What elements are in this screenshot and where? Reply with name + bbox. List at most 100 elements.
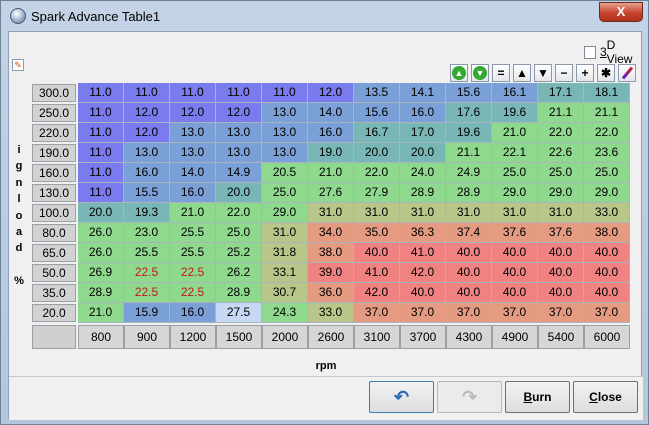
table-cell[interactable]: 40.0 bbox=[400, 283, 446, 303]
table-cell[interactable]: 31.0 bbox=[400, 203, 446, 223]
table-cell[interactable]: 26.2 bbox=[216, 263, 262, 283]
table-cell[interactable]: 13.0 bbox=[262, 103, 308, 123]
table-cell[interactable]: 29.0 bbox=[262, 203, 308, 223]
table-cell[interactable]: 22.1 bbox=[492, 143, 538, 163]
table-cell[interactable]: 40.0 bbox=[492, 263, 538, 283]
table-cell[interactable]: 22.6 bbox=[538, 143, 584, 163]
table-cell[interactable]: 29.0 bbox=[584, 183, 630, 203]
table-cell[interactable]: 22.0 bbox=[216, 203, 262, 223]
multiply-button[interactable]: ✱ bbox=[597, 64, 615, 82]
table-cell[interactable]: 31.0 bbox=[308, 203, 354, 223]
table-cell[interactable]: 42.0 bbox=[400, 263, 446, 283]
table-cell[interactable]: 30.7 bbox=[262, 283, 308, 303]
table-cell[interactable]: 21.0 bbox=[170, 203, 216, 223]
table-cell[interactable]: 15.9 bbox=[124, 303, 170, 323]
title-bar[interactable]: Spark Advance Table1 X bbox=[1, 1, 648, 31]
table-cell[interactable]: 36.0 bbox=[308, 283, 354, 303]
table-cell[interactable]: 36.3 bbox=[400, 223, 446, 243]
burn-button[interactable]: Burn bbox=[505, 381, 570, 413]
table-cell[interactable]: 13.0 bbox=[216, 123, 262, 143]
table-cell[interactable]: 22.0 bbox=[538, 123, 584, 143]
table-cell[interactable]: 31.0 bbox=[538, 203, 584, 223]
table-cell[interactable]: 23.6 bbox=[584, 143, 630, 163]
table-cell[interactable]: 18.1 bbox=[584, 83, 630, 103]
table-cell[interactable]: 37.0 bbox=[538, 303, 584, 323]
table-cell[interactable]: 25.0 bbox=[492, 163, 538, 183]
table-cell[interactable]: 37.4 bbox=[446, 223, 492, 243]
table-cell[interactable]: 14.0 bbox=[308, 103, 354, 123]
table-cell[interactable]: 11.0 bbox=[78, 183, 124, 203]
table-cell[interactable]: 37.0 bbox=[492, 303, 538, 323]
table-cell[interactable]: 41.0 bbox=[400, 243, 446, 263]
table-cell[interactable]: 12.0 bbox=[308, 83, 354, 103]
table-cell[interactable]: 42.0 bbox=[354, 283, 400, 303]
table-cell[interactable]: 11.0 bbox=[216, 83, 262, 103]
table-cell[interactable]: 41.0 bbox=[354, 263, 400, 283]
table-cell[interactable]: 28.9 bbox=[400, 183, 446, 203]
table-cell[interactable]: 19.3 bbox=[124, 203, 170, 223]
table-cell[interactable]: 38.0 bbox=[584, 223, 630, 243]
table-cell[interactable]: 40.0 bbox=[446, 243, 492, 263]
table-cell[interactable]: 16.7 bbox=[354, 123, 400, 143]
table-cell[interactable]: 37.6 bbox=[492, 223, 538, 243]
table-cell[interactable]: 12.0 bbox=[170, 103, 216, 123]
table-cell[interactable]: 20.0 bbox=[78, 203, 124, 223]
table-cell[interactable]: 16.0 bbox=[308, 123, 354, 143]
table-cell[interactable]: 17.6 bbox=[446, 103, 492, 123]
table-cell[interactable]: 37.0 bbox=[400, 303, 446, 323]
undo-button[interactable]: ↶ bbox=[369, 381, 434, 413]
table-cell[interactable]: 34.0 bbox=[308, 223, 354, 243]
table-cell[interactable]: 21.0 bbox=[492, 123, 538, 143]
table-cell[interactable]: 24.0 bbox=[400, 163, 446, 183]
table-cell[interactable]: 27.6 bbox=[308, 183, 354, 203]
table-cell[interactable]: 14.0 bbox=[170, 163, 216, 183]
table-cell[interactable]: 16.0 bbox=[400, 103, 446, 123]
table-cell[interactable]: 37.0 bbox=[584, 303, 630, 323]
table-cell[interactable]: 20.0 bbox=[400, 143, 446, 163]
table-cell[interactable]: 11.0 bbox=[78, 163, 124, 183]
table-cell[interactable]: 19.6 bbox=[492, 103, 538, 123]
table-cell[interactable]: 22.5 bbox=[170, 283, 216, 303]
table-cell[interactable]: 40.0 bbox=[584, 263, 630, 283]
table-cell[interactable]: 25.5 bbox=[124, 243, 170, 263]
table-cell[interactable]: 31.0 bbox=[354, 203, 400, 223]
table-cell[interactable]: 24.3 bbox=[262, 303, 308, 323]
table-cell[interactable]: 14.1 bbox=[400, 83, 446, 103]
table-cell[interactable]: 11.0 bbox=[78, 83, 124, 103]
table-cell[interactable]: 37.0 bbox=[446, 303, 492, 323]
table-cell[interactable]: 13.0 bbox=[216, 143, 262, 163]
table-cell[interactable]: 40.0 bbox=[492, 283, 538, 303]
table-cell[interactable]: 22.0 bbox=[584, 123, 630, 143]
table-cell[interactable]: 29.0 bbox=[538, 183, 584, 203]
increase-button[interactable]: ▲ bbox=[513, 64, 531, 82]
table-cell[interactable]: 25.0 bbox=[262, 183, 308, 203]
minus-button[interactable]: − bbox=[555, 64, 573, 82]
table-cell[interactable]: 27.9 bbox=[354, 183, 400, 203]
table-cell[interactable]: 28.9 bbox=[446, 183, 492, 203]
table-cell[interactable]: 11.0 bbox=[124, 83, 170, 103]
table-cell[interactable]: 40.0 bbox=[584, 243, 630, 263]
table-cell[interactable]: 15.6 bbox=[354, 103, 400, 123]
table-cell[interactable]: 11.0 bbox=[78, 103, 124, 123]
table-cell[interactable]: 31.0 bbox=[262, 223, 308, 243]
table-cell[interactable]: 26.9 bbox=[78, 263, 124, 283]
decrease-button[interactable]: ▼ bbox=[534, 64, 552, 82]
table-cell[interactable]: 28.9 bbox=[78, 283, 124, 303]
plus-button[interactable]: + bbox=[576, 64, 594, 82]
table-cell[interactable]: 22.5 bbox=[124, 263, 170, 283]
table-cell[interactable]: 21.1 bbox=[446, 143, 492, 163]
table-cell[interactable]: 40.0 bbox=[492, 243, 538, 263]
table-cell[interactable]: 20.5 bbox=[262, 163, 308, 183]
table-cell[interactable]: 12.0 bbox=[124, 103, 170, 123]
table-cell[interactable]: 33.1 bbox=[262, 263, 308, 283]
table-cell[interactable]: 27.5 bbox=[216, 303, 262, 323]
table-cell[interactable]: 24.9 bbox=[446, 163, 492, 183]
redo-button[interactable]: ↷ bbox=[437, 381, 502, 413]
table-cell[interactable]: 40.0 bbox=[538, 263, 584, 283]
table-cell[interactable]: 31.0 bbox=[446, 203, 492, 223]
table-cell[interactable]: 11.0 bbox=[170, 83, 216, 103]
table-cell[interactable]: 15.5 bbox=[124, 183, 170, 203]
table-cell[interactable]: 40.0 bbox=[538, 243, 584, 263]
window-close-button[interactable]: X bbox=[599, 2, 643, 22]
table-cell[interactable]: 17.1 bbox=[538, 83, 584, 103]
